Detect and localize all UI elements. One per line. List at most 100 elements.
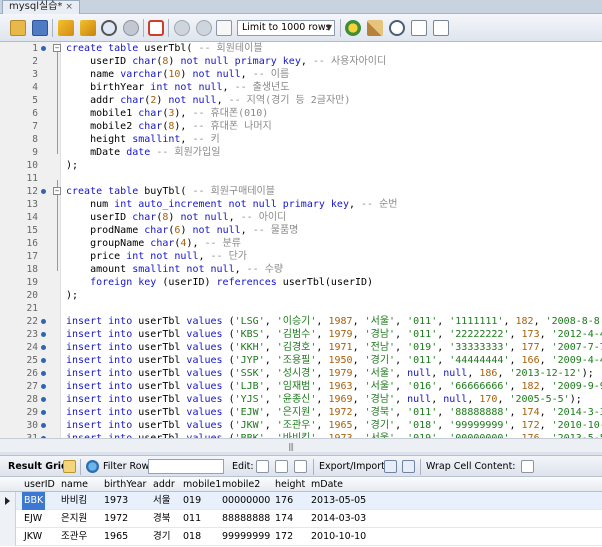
code-line[interactable]: 4 birthYear int not null, -- 출생년도 — [0, 81, 602, 94]
code-line[interactable]: 19 foreign key (userID) references userT… — [0, 276, 602, 289]
cell-mDate[interactable]: 2014-03-03 — [311, 510, 366, 528]
edit-cell-icon[interactable] — [256, 460, 269, 473]
explain-icon[interactable] — [101, 20, 117, 36]
code-line[interactable]: 15 prodName char(6) not null, -- 물품명 — [0, 224, 602, 237]
column-header-addr[interactable]: addr — [153, 477, 175, 492]
refresh-icon[interactable] — [86, 460, 99, 473]
filter-rows-input[interactable] — [148, 459, 224, 474]
code-line[interactable]: 2 userID char(8) not null primary key, -… — [0, 55, 602, 68]
row-selector[interactable] — [0, 528, 16, 546]
grid-icon[interactable] — [63, 460, 76, 473]
table-row[interactable]: EJW 은지원 1972 경북 011 88888888 174 2014-03-03 — [0, 510, 602, 528]
code-line[interactable]: 5 addr char(2) not null, -- 지역(경기 등 2글자만… — [0, 94, 602, 107]
code-line[interactable]: 18 amount smallint not null, -- 수량 — [0, 263, 602, 276]
code-line[interactable]: 21 — [0, 302, 602, 315]
folder-icon[interactable] — [10, 20, 26, 36]
cell-mDate[interactable]: 2010-10-10 — [311, 528, 366, 546]
table-row[interactable]: JKW 조관우 1965 경기 018 99999999 172 2010-10-10 — [0, 528, 602, 546]
code-line[interactable]: 12 − create table buyTbl( -- 회원구매테이블 — [0, 185, 602, 198]
execute-icon[interactable] — [58, 20, 74, 36]
code-line[interactable]: 20); — [0, 289, 602, 302]
cell-mDate[interactable]: 2013-05-05 — [311, 492, 366, 510]
column-header-userID[interactable]: userID — [24, 477, 55, 492]
code-line[interactable]: 30 insert into userTbl values ('JKW', '조관… — [0, 419, 602, 432]
code-line[interactable]: 27 insert into userTbl values ('LJB', '임재… — [0, 380, 602, 393]
cell-mobile1[interactable]: 018 — [183, 528, 201, 546]
code-line[interactable]: 24 insert into userTbl values ('KKH', '김경… — [0, 341, 602, 354]
autocommit-icon[interactable] — [216, 20, 232, 36]
limit-rows-select[interactable]: Limit to 1000 rows ▼ — [237, 20, 335, 36]
fold-toggle-icon[interactable]: − — [53, 44, 61, 52]
cell-birthYear[interactable]: 1965 — [104, 528, 128, 546]
code-line[interactable]: 11 — [0, 172, 602, 185]
cell-height[interactable]: 172 — [275, 528, 293, 546]
cell-addr[interactable]: 서울 — [153, 492, 170, 510]
cell-userID[interactable]: JKW — [24, 528, 42, 546]
cell-name[interactable]: 조관우 — [61, 528, 87, 546]
insert-row-icon[interactable] — [275, 460, 288, 473]
code-line[interactable]: 9 mDate date -- 회원가입일 — [0, 146, 602, 159]
stop-icon[interactable] — [123, 20, 139, 36]
cell-userID[interactable]: BBK — [22, 492, 46, 510]
code-line[interactable]: 26 insert into userTbl values ('SSK', '성시… — [0, 367, 602, 380]
tab-mysql-script[interactable]: mysql실습* × — [2, 0, 80, 14]
column-header-name[interactable]: name — [61, 477, 88, 492]
code-line[interactable]: 16 groupName char(4), -- 분류 — [0, 237, 602, 250]
wrap-cell-icon[interactable] — [521, 460, 534, 473]
cell-birthYear[interactable]: 1972 — [104, 510, 128, 528]
cell-mobile1[interactable]: 019 — [183, 492, 201, 510]
cell-addr[interactable]: 경기 — [153, 528, 170, 546]
save-icon[interactable] — [32, 20, 48, 36]
cell-birthYear[interactable]: 1973 — [104, 492, 128, 510]
cell-mobile1[interactable]: 011 — [183, 510, 201, 528]
code-line[interactable]: 1 − create table userTbl( -- 회원테이블 — [0, 42, 602, 55]
column-header-birthYear[interactable]: birthYear — [104, 477, 146, 492]
cell-height[interactable]: 176 — [275, 492, 293, 510]
code-line[interactable]: 28 insert into userTbl values ('YJS', '윤종… — [0, 393, 602, 406]
execute-current-icon[interactable] — [80, 20, 96, 36]
horizontal-splitter[interactable]: ||| — [0, 438, 602, 452]
export-icon[interactable] — [384, 460, 397, 473]
result-grid[interactable]: userID name birthYear addr mobile1 mobile2 hei… — [0, 477, 602, 547]
wrap-icon[interactable] — [433, 20, 449, 36]
cell-mobile2[interactable]: 99999999 — [222, 528, 270, 546]
code-line[interactable]: 8 height smallint, -- 키 — [0, 133, 602, 146]
invisible-chars-icon[interactable] — [411, 20, 427, 36]
rollback-icon[interactable] — [196, 20, 212, 36]
commit-icon[interactable] — [174, 20, 190, 36]
code-line[interactable]: 10); — [0, 159, 602, 172]
code-line[interactable]: 14 userID char(8) not null, -- 아이디 — [0, 211, 602, 224]
column-header-height[interactable]: height — [275, 477, 305, 492]
toggle-error-icon[interactable] — [148, 20, 164, 36]
code-line[interactable]: 29 insert into userTbl values ('EJW', '은지… — [0, 406, 602, 419]
row-selector[interactable] — [0, 492, 16, 510]
import-icon[interactable] — [402, 460, 415, 473]
code-line[interactable]: 7 mobile2 char(8), -- 휴대폰 나머지 — [0, 120, 602, 133]
cell-mobile2[interactable]: 00000000 — [222, 492, 270, 510]
table-row[interactable]: BBK 바비킴 1973 서울 019 00000000 176 2013-05-05 — [0, 492, 602, 510]
row-selector[interactable] — [0, 510, 16, 528]
sql-editor[interactable]: 1− create table userTbl( -- 회원테이블 2 userID… — [0, 42, 602, 438]
code-line[interactable]: 22 insert into userTbl values ('LSG', '이승… — [0, 315, 602, 328]
star-icon[interactable] — [345, 20, 361, 36]
fold-toggle-icon[interactable]: − — [53, 187, 61, 195]
cell-height[interactable]: 174 — [275, 510, 293, 528]
cell-name[interactable]: 은지원 — [61, 510, 87, 528]
code-line[interactable]: 25 insert into userTbl values ('JYP', '조용… — [0, 354, 602, 367]
cell-addr[interactable]: 경북 — [153, 510, 170, 528]
result-grid-label[interactable]: Result Grid — [8, 461, 68, 472]
cell-name[interactable]: 바비킴 — [61, 492, 87, 510]
column-header-mDate[interactable]: mDate — [311, 477, 343, 492]
delete-row-icon[interactable] — [294, 460, 307, 473]
code-line[interactable]: 6 mobile1 char(3), -- 휴대폰(010) — [0, 107, 602, 120]
beautify-icon[interactable] — [367, 20, 383, 36]
code-line[interactable]: 23 insert into userTbl values ('KBS', '김범… — [0, 328, 602, 341]
code-line[interactable]: 17 price int not null, -- 단가 — [0, 250, 602, 263]
code-line[interactable]: 13 num int auto_increment not null prima… — [0, 198, 602, 211]
column-header-mobile2[interactable]: mobile2 — [222, 477, 260, 492]
cell-userID[interactable]: EJW — [24, 510, 42, 528]
cell-mobile2[interactable]: 88888888 — [222, 510, 270, 528]
code-line[interactable]: 3 name varchar(10) not null, -- 이름 — [0, 68, 602, 81]
column-header-mobile1[interactable]: mobile1 — [183, 477, 221, 492]
find-icon[interactable] — [389, 20, 405, 36]
